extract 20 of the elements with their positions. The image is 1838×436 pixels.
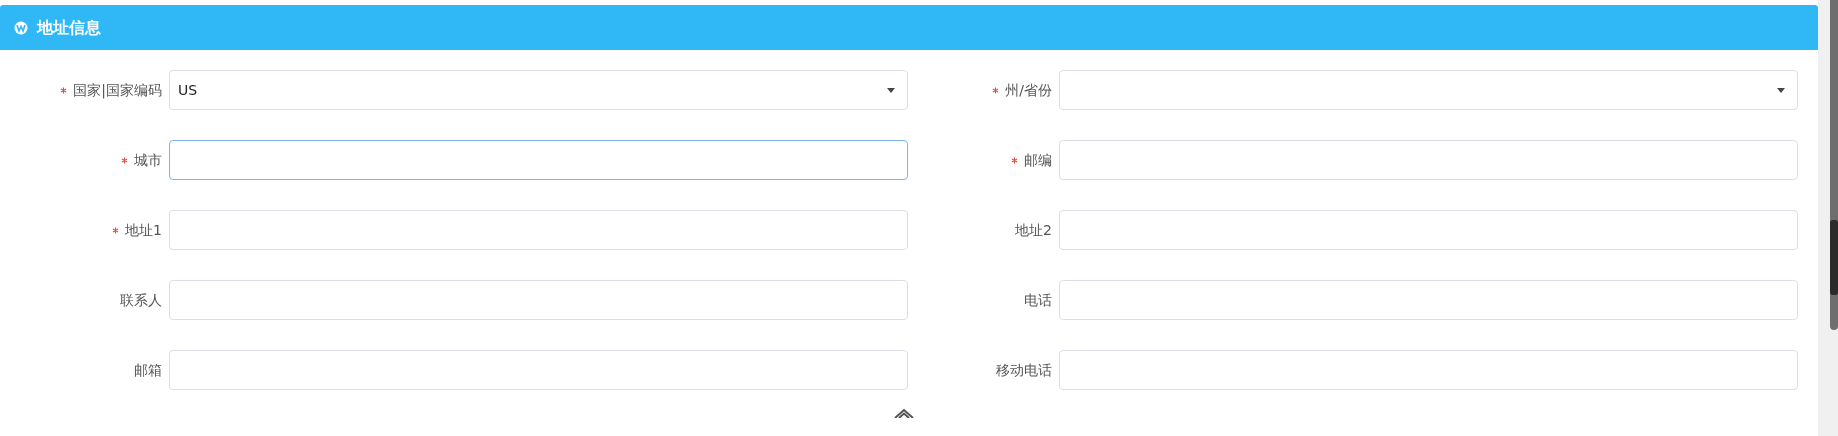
label-text: 国家|国家编码 — [73, 81, 162, 98]
select-field[interactable]: US — [169, 70, 908, 110]
scrollbar[interactable] — [1830, 0, 1838, 330]
label-text: 联系人 — [120, 291, 162, 308]
label-text: 电话 — [1024, 291, 1052, 308]
label-text: 城市 — [134, 151, 162, 168]
caret-icon — [1777, 87, 1785, 93]
scrollbar-thumb[interactable] — [1830, 220, 1838, 295]
label-text: 州/省份 — [1005, 81, 1052, 98]
logo-icon — [14, 20, 28, 35]
panel-title: 地址信息 — [37, 16, 101, 39]
label-text: 邮箱 — [134, 361, 162, 378]
collapse-icon — [893, 408, 915, 418]
select-field[interactable] — [1059, 70, 1798, 110]
label-text: 地址1 — [125, 221, 162, 238]
caret-icon — [887, 87, 895, 93]
label-text: 邮编 — [1024, 151, 1052, 168]
label-text: 移动电话 — [996, 361, 1052, 378]
input-field[interactable] — [169, 140, 908, 180]
label-text: 地址2 — [1015, 221, 1052, 238]
